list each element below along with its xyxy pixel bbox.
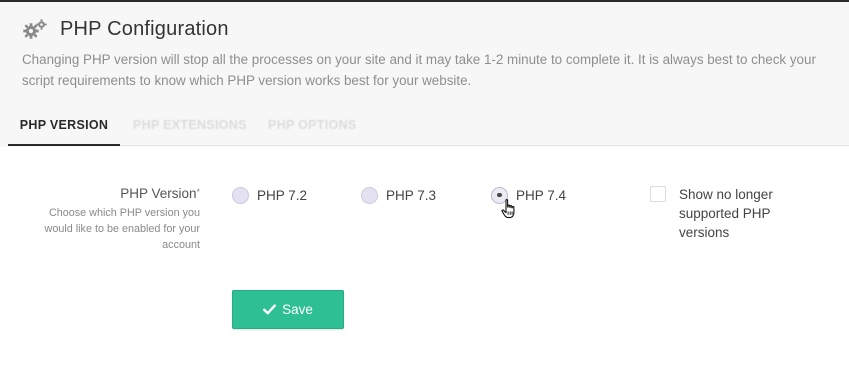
radio-circle[interactable] [232,186,249,204]
title-row: PHP Configuration [22,15,229,43]
tab-php-options[interactable]: PHP OPTIONS [268,108,357,146]
checkbox-label: Show no longer supported PHP versions [679,187,773,240]
radio-label: PHP 7.4 [516,187,567,203]
save-button-label: Save [282,302,313,317]
check-icon [263,304,277,315]
tab-bar: PHP VERSION PHP EXTENSIONS PHP OPTIONS [0,108,849,146]
gears-icon [23,19,47,39]
php-version-label-block: PHP Version* Choose which PHP version yo… [20,185,200,253]
tab-php-extensions[interactable]: PHP EXTENSIONS [133,108,247,146]
tab-php-version[interactable]: PHP VERSION [8,108,120,146]
radio-php-7-3[interactable]: PHP 7.3 [361,186,436,204]
radio-php-7-2[interactable]: PHP 7.2 [232,186,307,204]
top-rule [0,0,849,2]
page-title: PHP Configuration [60,17,229,40]
checkbox-box[interactable] [650,186,666,202]
php-version-help: Choose which PHP version you would like … [44,207,200,251]
save-button[interactable]: Save [232,290,344,329]
radio-label: PHP 7.2 [257,187,308,203]
page-header: PHP Configuration Changing PHP version w… [0,0,849,147]
php-version-label-text: PHP Version [120,186,197,201]
tabs-divider [120,145,849,146]
php-version-label: PHP Version* [20,185,200,203]
hand-pointer-cursor-icon [501,198,515,219]
required-mark: * [196,187,200,197]
page-description: Changing PHP version will stop all the p… [22,52,816,88]
radio-label: PHP 7.3 [386,187,437,203]
show-unsupported-checkbox[interactable]: Show no longer supported PHP versions [650,185,809,242]
radio-circle[interactable] [361,186,378,204]
